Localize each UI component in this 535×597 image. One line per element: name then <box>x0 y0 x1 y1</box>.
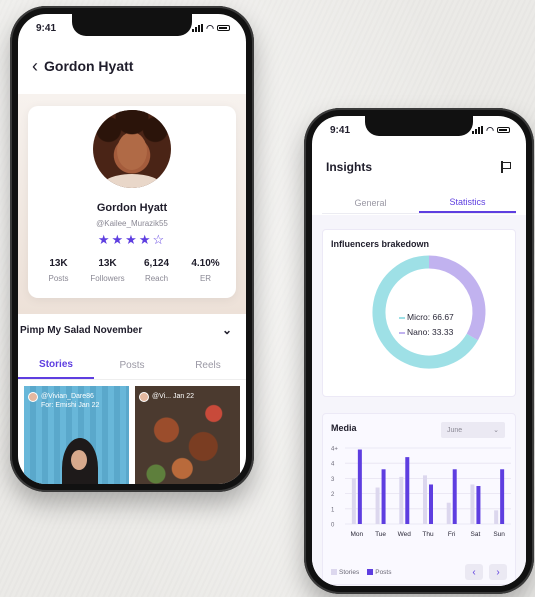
tile-caption: @Vivian_Dare86 For: Emishi Jan 22 <box>28 392 99 410</box>
y-tick-label: 2 <box>331 492 335 498</box>
battery-icon <box>497 127 510 133</box>
status-time: 9:41 <box>36 22 57 34</box>
y-tick-label: 4 <box>331 462 335 468</box>
chevron-down-icon: ⌄ <box>221 323 232 337</box>
legend-nano: Nano: 33.33 <box>399 325 454 340</box>
profile-header: ‹ Gordon Hyatt <box>32 57 232 75</box>
tab-reels[interactable]: Reels <box>170 352 246 379</box>
mini-avatar <box>28 392 38 402</box>
legend-micro: Micro: 66.67 <box>399 310 454 325</box>
chart-legend: Stories Posts <box>331 569 392 576</box>
tab-statistics[interactable]: Statistics <box>419 192 516 213</box>
chart-pager: ‹ › <box>465 564 507 580</box>
tab-posts[interactable]: Posts <box>94 352 170 379</box>
story-tile[interactable]: @Vivian_Dare86 For: Emishi Jan 22 <box>24 386 129 484</box>
star-empty-icon: ☆ <box>152 232 167 247</box>
bar-posts-mon <box>357 449 362 524</box>
x-tick-label: Fri <box>448 531 456 538</box>
y-tick-label: 4+ <box>331 447 338 453</box>
tile-caption: @Vi... Jan 22 <box>139 392 194 402</box>
content-tabs: Stories Posts Reels <box>18 352 246 380</box>
media-bar-chart: 0 1 2 3 4 4+ Mon Tue Wed Thu Fri Sat Sun <box>331 447 511 538</box>
bar-stories-sat <box>470 484 475 524</box>
x-tick-label: Sun <box>493 531 505 538</box>
insights-body: Influencers brakedown Micro: 66.67 Nano:… <box>312 215 526 586</box>
story-tile[interactable]: @Vi... Jan 22 <box>135 386 240 484</box>
influencers-card: Influencers brakedown Micro: 66.67 Nano:… <box>322 229 516 397</box>
tab-general[interactable]: General <box>322 192 419 213</box>
y-tick-label: 3 <box>331 477 335 483</box>
status-time: 9:41 <box>330 124 351 136</box>
phone-profile: 9:41 ◠ ‹ Gordon Hyatt Gordon Hyatt @Kail… <box>10 6 254 492</box>
prev-button[interactable]: ‹ <box>465 564 483 580</box>
stat-er: 4.10% ER <box>191 258 220 283</box>
bar-posts-fri <box>452 469 457 524</box>
signal-icon <box>192 24 204 32</box>
chevron-down-icon: ⌄ <box>493 427 499 434</box>
notch <box>365 116 473 136</box>
next-button[interactable]: › <box>489 564 507 580</box>
insights-screen: 9:41 ◠ Insights General Statistics Influ… <box>312 116 526 586</box>
stat-reach: 6,124 Reach <box>143 258 170 283</box>
insights-tabs: General Statistics <box>322 192 516 214</box>
bar-posts-sat <box>476 486 481 524</box>
profile-handle: @Kailee_Murazik55 <box>96 219 168 228</box>
x-tick-label: Mon <box>351 531 364 538</box>
media-grid: @Vivian_Dare86 For: Emishi Jan 22 @Vi...… <box>24 386 240 484</box>
notch <box>72 14 192 36</box>
bar-posts-sun <box>500 469 505 524</box>
avatar[interactable] <box>93 110 171 188</box>
wifi-icon: ◠ <box>206 22 214 33</box>
media-card-title: Media <box>331 423 357 433</box>
x-tick-label: Thu <box>422 531 434 538</box>
x-tick-label: Sat <box>471 531 481 538</box>
profile-card: Gordon Hyatt @Kailee_Murazik55 ★★★★☆ 13K… <box>28 106 236 298</box>
bar-posts-tue <box>381 469 386 524</box>
back-arrow-icon[interactable]: ‹ <box>32 57 38 75</box>
signal-icon <box>472 126 484 134</box>
mini-avatar <box>139 392 149 402</box>
bar-stories-fri <box>446 502 451 524</box>
profile-name: Gordon Hyatt <box>96 202 168 214</box>
stat-posts: 13K Posts <box>48 258 69 283</box>
profile-screen: 9:41 ◠ ‹ Gordon Hyatt Gordon Hyatt @Kail… <box>18 14 246 484</box>
x-tick-label: Tue <box>375 531 386 538</box>
tab-stories[interactable]: Stories <box>18 352 94 379</box>
month-select[interactable]: June ⌄ <box>441 422 505 438</box>
influencers-card-title: Influencers brakedown <box>331 239 430 249</box>
bar-stories-sun <box>494 510 499 524</box>
media-card: Media June ⌄ 0 1 2 3 4 4+ Mon Tue Wed Thu Fri Sat Su… <box>322 413 516 585</box>
x-tick-label: Wed <box>398 531 412 538</box>
stat-followers: 13K Followers <box>90 258 125 283</box>
profile-stats: 13K Posts 13K Followers 6,124 Reach 4.10… <box>34 258 230 283</box>
star-filled-icons: ★★★★ <box>97 232 153 247</box>
battery-icon <box>217 25 230 31</box>
legend-stories: Stories <box>331 569 359 576</box>
bar-stories-wed <box>399 476 404 524</box>
phone-insights: 9:41 ◠ Insights General Statistics Influ… <box>304 108 534 594</box>
y-tick-label: 0 <box>331 523 335 529</box>
campaign-title: Pimp My Salad November <box>20 324 143 336</box>
wifi-icon: ◠ <box>486 124 494 135</box>
insights-header: Insights <box>326 160 512 174</box>
campaign-selector[interactable]: Pimp My Salad November ⌄ <box>18 314 246 346</box>
y-tick-label: 1 <box>331 507 335 513</box>
flag-icon[interactable] <box>500 161 512 173</box>
star-rating: ★★★★☆ <box>28 232 236 248</box>
page-title: Gordon Hyatt <box>44 58 134 74</box>
bar-posts-wed <box>405 457 410 524</box>
bar-stories-tue <box>375 487 380 524</box>
legend-posts: Posts <box>367 569 392 576</box>
page-title: Insights <box>326 160 373 174</box>
bar-stories-thu <box>423 475 427 524</box>
bar-posts-thu <box>429 484 433 524</box>
donut-legend: Micro: 66.67 Nano: 33.33 <box>399 310 454 340</box>
bar-stories-mon <box>351 478 356 524</box>
